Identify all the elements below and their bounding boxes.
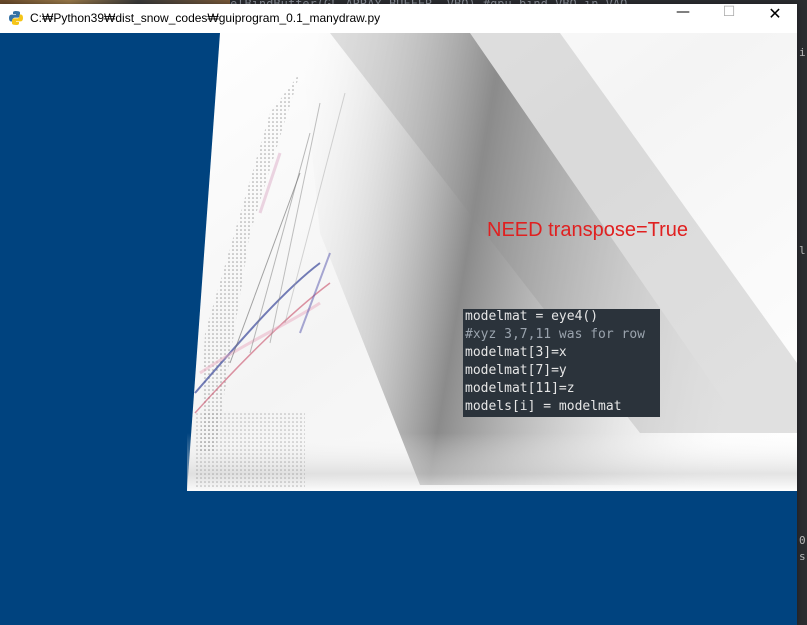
code-line: modelmat[7]=y bbox=[465, 363, 567, 378]
annotation-text: NEED transpose=True bbox=[487, 219, 689, 241]
code-line: modelmat[11]=z bbox=[465, 381, 575, 396]
maximize-button[interactable]: ☐ bbox=[706, 4, 752, 33]
minimize-button[interactable]: — bbox=[660, 4, 706, 33]
window-title: C:₩Python39₩dist_snow_codes₩guiprogram_0… bbox=[30, 11, 381, 25]
code-line: modelmat[3]=x bbox=[465, 345, 567, 360]
code-line: modelmat = eye4() bbox=[465, 309, 599, 324]
background-editor-edge: i l 0 s bbox=[797, 34, 807, 625]
code-line: models[i] = modelmat bbox=[465, 399, 622, 414]
python-icon bbox=[9, 11, 23, 25]
close-button[interactable]: ✕ bbox=[752, 4, 798, 33]
render-viewport[interactable]: NEED transpose=True modelmat = eye4() #x… bbox=[0, 33, 797, 625]
code-snippet-panel: modelmat = eye4() #xyz 3,7,11 was for ro… bbox=[463, 309, 660, 417]
rendered-scene bbox=[187, 33, 797, 491]
opengl-window[interactable]: C:₩Python39₩dist_snow_codes₩guiprogram_0… bbox=[0, 4, 797, 625]
title-bar[interactable]: C:₩Python39₩dist_snow_codes₩guiprogram_0… bbox=[0, 4, 797, 33]
code-line: #xyz 3,7,11 was for row bbox=[465, 327, 646, 342]
